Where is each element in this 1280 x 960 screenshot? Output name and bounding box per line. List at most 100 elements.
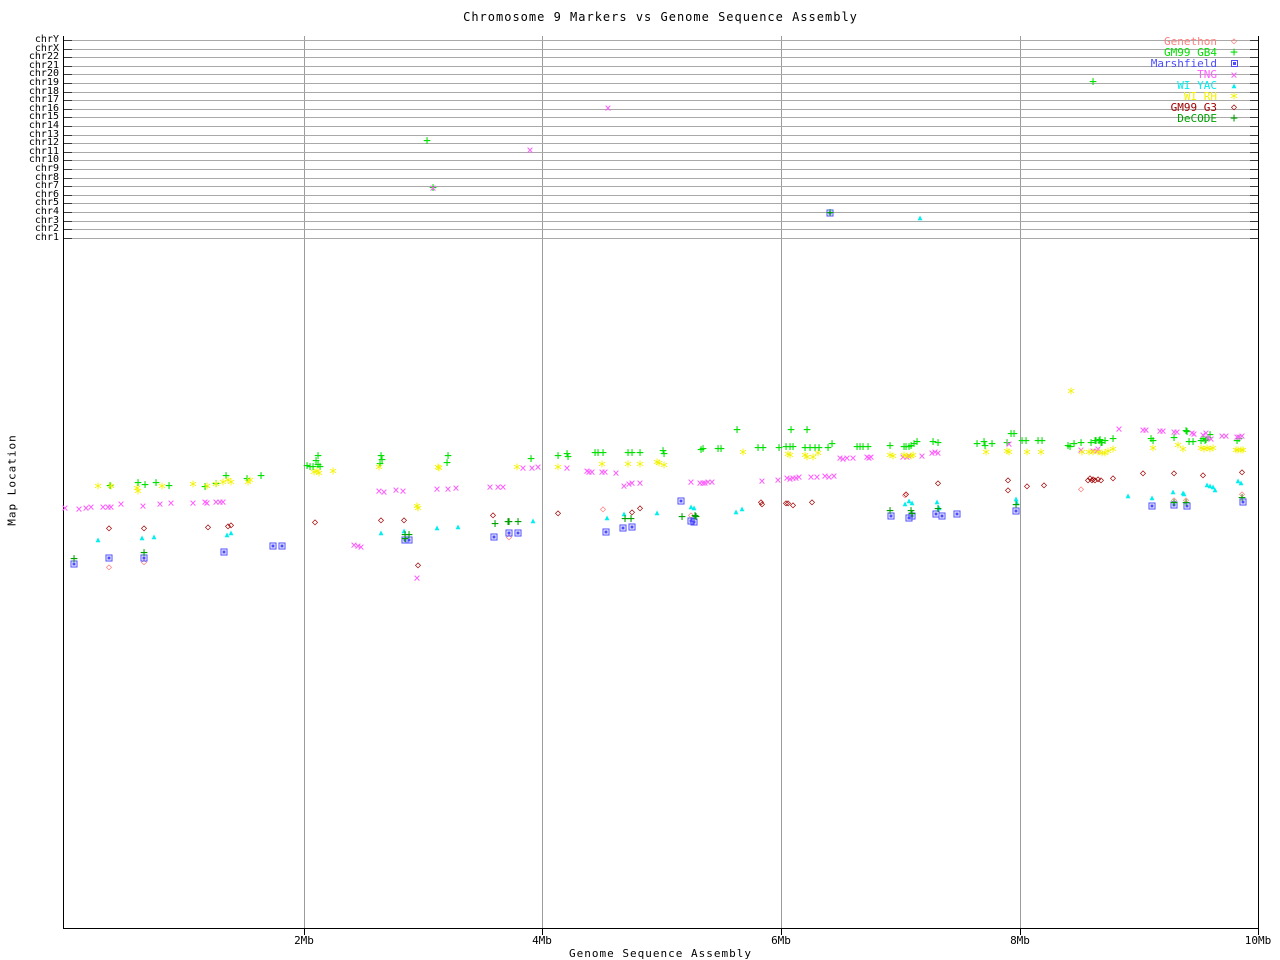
marker-gm99-gb4: + [907, 438, 915, 454]
marker-wi-rh: * [654, 456, 664, 475]
marker-tng: × [494, 480, 502, 494]
marker-wi-rh: * [802, 450, 812, 469]
marker-tng: × [1170, 425, 1178, 439]
marker-gm99-gb4: + [853, 439, 861, 455]
marker-marshfield [1148, 502, 1156, 510]
marker-gm99-gb4: + [1087, 435, 1095, 451]
marker-wi-rh: * [808, 450, 818, 469]
marker-wi-yac: ▲ [1235, 476, 1241, 485]
marker-marshfield [687, 517, 695, 525]
marker-wi-yac: ▲ [1238, 478, 1244, 487]
chromosome-left-tick [64, 126, 72, 127]
chromosome-line [64, 100, 1258, 101]
marker-gm99-gb4: + [1189, 434, 1197, 450]
marker-marshfield [932, 510, 940, 518]
marker-gm99-gb4: + [443, 455, 451, 471]
marker-tng: × [1089, 444, 1097, 458]
chromosome-left-tick [64, 57, 72, 58]
marker-wi-rh: * [1097, 446, 1107, 465]
chromosome-line [64, 126, 1258, 127]
chromosome-right-tick [1250, 66, 1258, 67]
chromosome-right-tick [1250, 57, 1258, 58]
marker-tng: × [598, 465, 606, 479]
chromosome-right-tick [1250, 143, 1258, 144]
legend-label: DeCODE [1177, 112, 1217, 125]
marker-wi-rh: * [1233, 443, 1243, 462]
marker-gm99-g3: ◇ [224, 521, 232, 532]
marker-tng: × [354, 539, 362, 553]
marker-gm99-g3: ◇ [1094, 474, 1102, 485]
plot-right-border [1258, 36, 1259, 928]
marker-wi-yac: ▲ [688, 502, 694, 511]
marker-tng: × [212, 495, 220, 509]
marker-wi-rh: * [1236, 443, 1246, 462]
marker-gm99-gb4: + [787, 422, 795, 438]
marker-gm99-gb4: + [1034, 433, 1042, 449]
legend-marker-marshfield [1226, 60, 1242, 67]
marker-tng: × [1207, 432, 1215, 446]
marker-wi-rh: * [1196, 441, 1206, 460]
marker-tng: × [117, 497, 125, 511]
marker-tng: × [1218, 429, 1226, 443]
marker-genethon: ◇ [105, 562, 113, 573]
marker-marshfield [1012, 507, 1020, 515]
marker-wi-yac: ▲ [228, 528, 234, 537]
chromosome-line [64, 109, 1258, 110]
marker-tng: × [82, 501, 90, 515]
marker-tng: × [585, 465, 593, 479]
marker-wi-rh: * [202, 479, 212, 498]
marker-tng: × [75, 502, 83, 516]
legend-item: Marshfield [1100, 57, 1242, 70]
marker-tng: × [1115, 422, 1123, 436]
marker-gm99-gb4: + [624, 445, 632, 461]
marker-wi-rh: * [785, 448, 795, 467]
marker-tng: × [795, 470, 803, 484]
marker-tng: × [167, 496, 175, 510]
marker-gm99-g3: ◇ [489, 510, 497, 521]
marker-gm99-gb4: + [981, 438, 989, 454]
marker-gm99-gb4: + [782, 439, 790, 455]
marker-tng: × [1142, 423, 1150, 437]
chromosome-line [64, 169, 1258, 170]
marker-gm99-gb4: + [152, 475, 160, 491]
marker-gm99-g3: ◇ [140, 523, 148, 534]
marker-wi-rh: * [635, 457, 645, 476]
marker-decode: + [691, 508, 699, 524]
chromosome-right-tick [1250, 74, 1258, 75]
chromosome-line [64, 195, 1258, 196]
y-axis-label: Map Location [5, 434, 19, 526]
marker-wi-rh: * [211, 477, 221, 496]
chromosome-line [64, 160, 1258, 161]
chromosome-left-tick [64, 212, 72, 213]
marker-wi-rh: * [1208, 441, 1218, 460]
marker-tng: × [1077, 443, 1085, 457]
marker-wi-rh: * [1202, 441, 1212, 460]
marker-tng: × [783, 471, 791, 485]
marker-gm99-gb4: + [165, 478, 173, 494]
marker-genethon: ◇ [505, 532, 513, 543]
marker-wi-rh: * [245, 473, 255, 492]
marker-tng: × [601, 465, 609, 479]
marker-tng: × [1005, 437, 1013, 451]
marker-wi-rh: * [981, 445, 991, 464]
marker-wi-yac: ▲ [936, 503, 942, 512]
marker-tng: × [1159, 424, 1167, 438]
marker-gm99-gb4: + [973, 436, 981, 452]
marker-gm99-gb4: + [628, 445, 636, 461]
marker-decode: + [401, 527, 409, 543]
marker-wi-rh: * [908, 448, 918, 467]
legend-marker-gm99-gb4: + [1230, 45, 1238, 60]
chromosome-right-tick [1250, 186, 1258, 187]
marker-marshfield [1239, 498, 1247, 506]
marker-wi-rh: * [813, 446, 823, 465]
marker-gm99-gb4: + [309, 459, 317, 475]
marker-gm99-gb4: + [1003, 435, 1011, 451]
marker-tng: × [139, 499, 147, 513]
marker-gm99-gb4: + [1204, 430, 1212, 446]
marker-gm99-gb4: + [429, 180, 437, 196]
chromosome-line [64, 74, 1258, 75]
marker-tng: × [1235, 430, 1243, 444]
marker-tng: × [104, 500, 112, 514]
marker-tng: × [1222, 429, 1230, 443]
marker-wi-rh: * [314, 466, 324, 485]
